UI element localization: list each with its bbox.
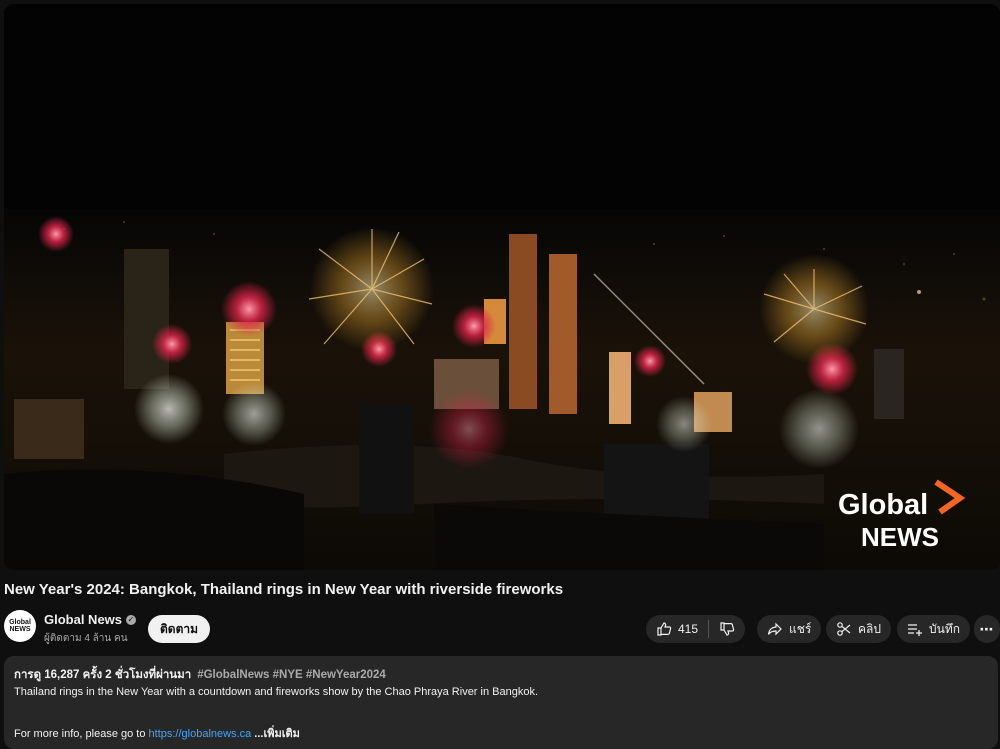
- share-icon: [767, 622, 782, 636]
- description-link[interactable]: https://globalnews.ca: [149, 728, 252, 740]
- clip-button[interactable]: คลิป: [826, 615, 891, 643]
- watermark-line1: Global: [838, 489, 928, 521]
- verified-icon: ✓: [126, 614, 137, 625]
- more-actions-button[interactable]: ⋯: [974, 615, 1000, 643]
- video-title: New Year's 2024: Bangkok, Thailand rings…: [4, 581, 564, 598]
- more-info-line: For more info, please go to https://glob…: [14, 724, 300, 742]
- scissors-icon: [837, 622, 851, 636]
- clip-label: คลิป: [858, 621, 881, 636]
- show-more-button[interactable]: ...เพิ่มเติม: [251, 728, 300, 740]
- save-label: บันทึก: [929, 621, 960, 636]
- description-text: Thailand rings in the New Year with a co…: [14, 686, 539, 698]
- share-button[interactable]: แชร์: [757, 615, 822, 643]
- channel-name-row[interactable]: Global News ✓: [44, 612, 137, 627]
- more-icon: ⋯: [979, 620, 995, 637]
- playlist-add-icon: [908, 624, 922, 636]
- video-player[interactable]: Global NEWS: [4, 4, 1000, 570]
- like-dislike-group: 415: [646, 615, 746, 643]
- views-and-time: การดู 16,287 ครั้ง 2 ชั่วโมงที่ผ่านมา: [14, 669, 192, 681]
- dislike-button[interactable]: [709, 615, 745, 643]
- chevron-logo-icon: [934, 479, 966, 515]
- hashtags[interactable]: #GlobalNews #NYE #NewYear2024: [197, 669, 386, 681]
- save-button[interactable]: บันทึก: [897, 615, 970, 643]
- subscribe-button[interactable]: ติดตาม: [148, 615, 211, 643]
- like-button[interactable]: 415: [646, 615, 708, 643]
- subscriber-count: ผู้ติดตาม 4 ล้าน คน: [44, 633, 128, 644]
- watermark-line2: NEWS: [861, 522, 939, 552]
- thumbs-down-icon: [720, 622, 735, 636]
- more-info-prefix: For more info, please go to: [14, 728, 149, 740]
- channel-name[interactable]: Global News: [44, 612, 122, 627]
- channel-avatar[interactable]: Global NEWS: [4, 610, 36, 642]
- description-box[interactable]: การดู 16,287 ครั้ง 2 ชั่วโมงที่ผ่านมา #Gl…: [4, 656, 998, 749]
- like-count: 415: [678, 622, 699, 636]
- share-label: แชร์: [789, 621, 812, 636]
- global-news-watermark: Global NEWS: [836, 476, 966, 556]
- description-meta: การดู 16,287 ครั้ง 2 ชั่วโมงที่ผ่านมา #Gl…: [14, 666, 386, 684]
- thumbs-up-icon: [657, 622, 672, 636]
